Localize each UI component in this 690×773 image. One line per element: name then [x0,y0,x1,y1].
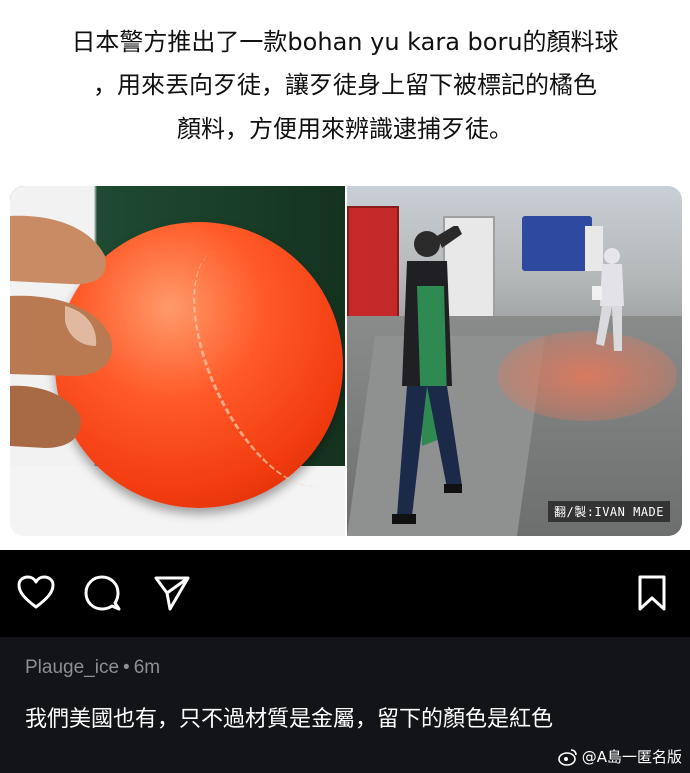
paper-plane-icon[interactable] [152,573,192,613]
source-label: @A島一匿名版 [581,748,682,766]
comment-time: 6m [133,657,161,678]
source-tag: @A島一匿名版 [557,746,682,767]
headline-line-3: 顏料，方便用來辨識逮捕歹徒。 [177,115,513,143]
heart-icon[interactable] [16,573,56,613]
running-suspect [592,248,624,351]
throwing-clerk [392,226,462,524]
comment-bubble-icon[interactable] [82,573,122,613]
comment-username[interactable]: Plauge_ice [25,657,119,678]
headline-line-2: ，用來丟向歹徒，讓歹徒身上留下被標記的橘色 [93,71,597,99]
street-photo: 翻/製:IVAN MADE [347,186,682,536]
bookmark-icon[interactable] [632,573,672,613]
post-headline: 日本警方推出了一款bohan yu kara boru的顏料球 ，用來丟向歹徒，… [0,0,690,186]
paint-splash [497,331,677,421]
comment-section: Plauge_ice • 6m 我們美國也有，只不過材質是金屬，留下的顏色是紅色 @… [0,637,690,773]
comment-text: 我們美國也有，只不過材質是金屬，留下的顏色是紅色 [25,707,554,732]
post-action-bar [0,550,690,637]
photo-watermark: 翻/製:IVAN MADE [548,501,670,522]
post-photo[interactable]: 翻/製:IVAN MADE [10,186,682,536]
paint-ball-photo [10,186,383,536]
holding-fingers [10,215,113,448]
blue-truck [522,216,592,271]
weibo-icon [557,748,577,766]
headline-line-1: 日本警方推出了一款bohan yu kara boru的顏料球 [71,28,619,56]
meta-separator: • [123,657,130,678]
comment-meta: Plauge_ice • 6m [25,657,160,679]
